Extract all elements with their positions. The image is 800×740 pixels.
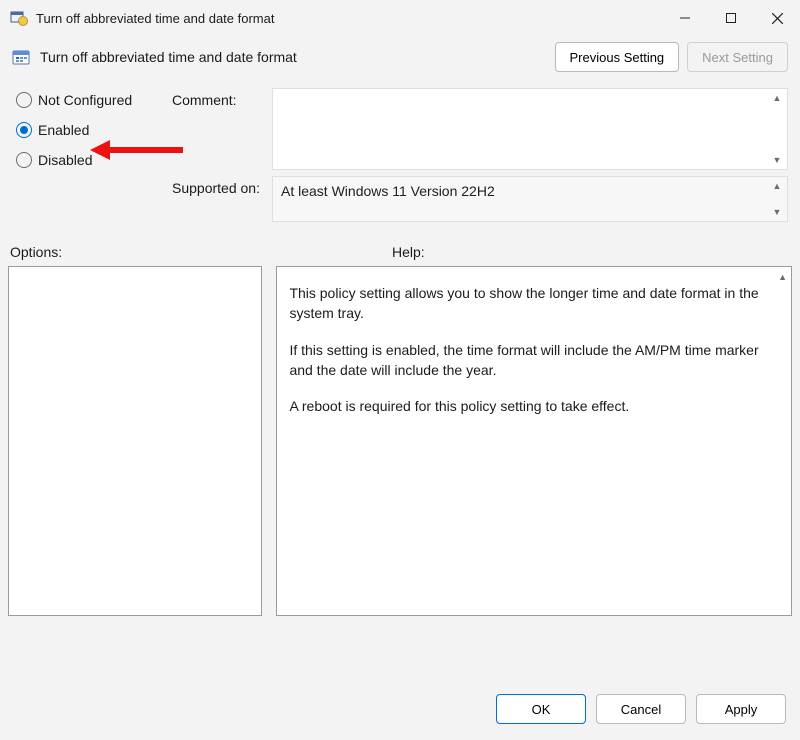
minimize-button[interactable]: [662, 0, 708, 36]
close-button[interactable]: [754, 0, 800, 36]
calendar-icon: [12, 48, 32, 66]
scroll-down-icon[interactable]: ▼: [769, 153, 785, 167]
radio-icon: [16, 152, 32, 168]
help-paragraph: This policy setting allows you to show t…: [289, 283, 769, 324]
help-paragraph: A reboot is required for this policy set…: [289, 396, 769, 416]
scroll-up-icon[interactable]: ▲: [778, 271, 787, 284]
radio-not-configured[interactable]: Not Configured: [16, 92, 172, 108]
radio-disabled[interactable]: Disabled: [16, 152, 172, 168]
state-radio-group: Not Configured Enabled Disabled: [12, 88, 172, 168]
help-label: Help:: [392, 244, 425, 260]
radio-enabled[interactable]: Enabled: [16, 122, 172, 138]
dialog-buttons: OK Cancel Apply: [496, 694, 786, 724]
app-icon: [10, 9, 28, 27]
next-setting-button: Next Setting: [687, 42, 788, 72]
scroll-up-icon[interactable]: ▲: [769, 91, 785, 105]
supported-on-value: At least Windows 11 Version 22H2: [281, 183, 495, 199]
comment-input[interactable]: ▲ ▼: [272, 88, 788, 170]
panels-row: ▲ This policy setting allows you to show…: [0, 266, 800, 616]
supported-on-label: Supported on:: [172, 176, 272, 196]
help-paragraph: If this setting is enabled, the time for…: [289, 340, 769, 381]
options-label: Options:: [10, 244, 380, 260]
comment-scroll: ▲ ▼: [769, 91, 785, 167]
comment-label: Comment:: [172, 88, 272, 108]
scroll-down-icon[interactable]: ▼: [769, 205, 785, 219]
ok-button[interactable]: OK: [496, 694, 586, 724]
radio-icon: [16, 122, 32, 138]
options-panel: [8, 266, 262, 616]
supported-on-box: At least Windows 11 Version 22H2 ▲ ▼: [272, 176, 788, 222]
policy-title: Turn off abbreviated time and date forma…: [40, 49, 547, 65]
window-title: Turn off abbreviated time and date forma…: [36, 11, 662, 26]
radio-label: Disabled: [38, 152, 92, 168]
supported-scroll: ▲ ▼: [769, 179, 785, 219]
radio-icon: [16, 92, 32, 108]
maximize-button[interactable]: [708, 0, 754, 36]
radio-label: Enabled: [38, 122, 89, 138]
radio-label: Not Configured: [38, 92, 132, 108]
panel-labels: Options: Help:: [0, 222, 800, 266]
scroll-up-icon[interactable]: ▲: [769, 179, 785, 193]
window-controls: [662, 0, 800, 36]
previous-setting-button[interactable]: Previous Setting: [555, 42, 680, 72]
config-area: Not Configured Enabled Disabled Comment:…: [0, 80, 800, 222]
titlebar: Turn off abbreviated time and date forma…: [0, 0, 800, 36]
cancel-button[interactable]: Cancel: [596, 694, 686, 724]
help-panel: ▲ This policy setting allows you to show…: [276, 266, 792, 616]
apply-button[interactable]: Apply: [696, 694, 786, 724]
policy-header: Turn off abbreviated time and date forma…: [0, 36, 800, 80]
